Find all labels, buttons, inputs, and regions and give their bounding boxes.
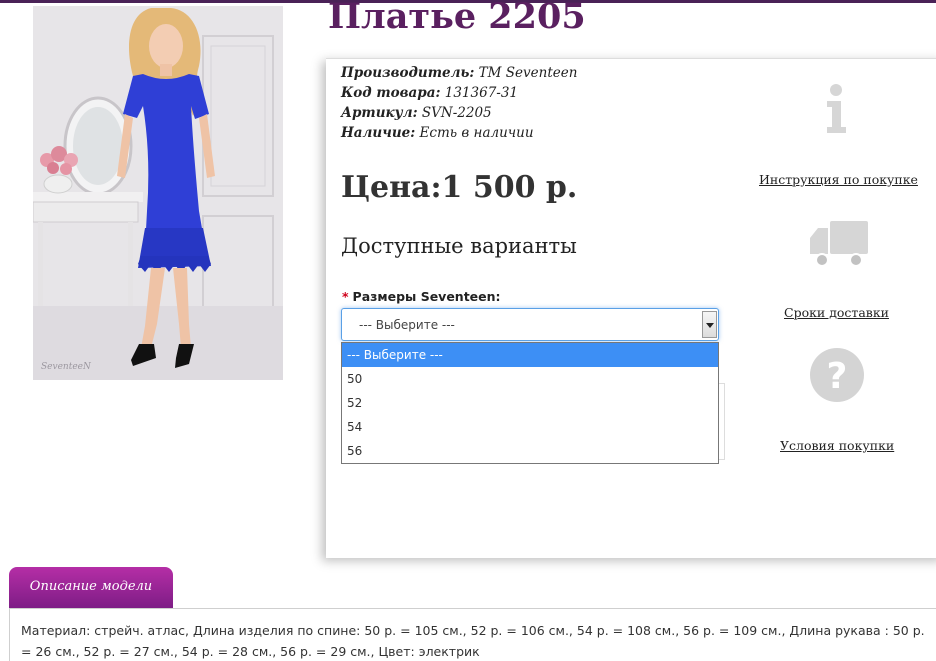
spec-manufacturer: Производитель: ТМ Seventeen	[341, 65, 577, 81]
product-title: Платье 2205	[328, 0, 586, 37]
instruction-link[interactable]: Инструкция по покупке	[759, 172, 918, 187]
spec-value: Есть в наличии	[419, 125, 534, 141]
size-option[interactable]: 54	[342, 415, 718, 439]
chevron-down-icon[interactable]	[702, 311, 717, 338]
conditions-link[interactable]: Условия покупки	[780, 438, 894, 453]
svg-text:?: ?	[827, 356, 848, 397]
tab-description[interactable]: Описание модели	[9, 567, 173, 608]
photo-watermark: SeventeeN	[41, 362, 92, 372]
product-description: Материал: стрейч. атлас, Длина изделия п…	[21, 623, 925, 659]
spec-article: Артикул: SVN-2205	[341, 105, 492, 121]
info-icon[interactable]	[820, 83, 852, 139]
product-photo[interactable]: SeventeeN	[33, 6, 283, 380]
spec-key: Производитель:	[341, 65, 475, 81]
spec-value: 131367-31	[444, 85, 519, 101]
size-option[interactable]: 52	[342, 391, 718, 415]
spec-value: SVN-2205	[421, 105, 492, 121]
tab-panel-border	[9, 608, 10, 661]
spec-key: Наличие:	[341, 125, 416, 141]
spec-key: Код товара:	[341, 85, 441, 101]
price: Цена:1 500 р.	[341, 170, 578, 205]
delivery-link[interactable]: Сроки доставки	[784, 305, 889, 320]
tab-divider	[9, 608, 936, 609]
spec-key: Артикул:	[341, 105, 418, 121]
size-select[interactable]: --- Выберите ---	[341, 308, 719, 341]
question-icon[interactable]: ?	[810, 347, 864, 407]
size-select-value: --- Выберите ---	[359, 318, 455, 332]
size-option[interactable]: 56	[342, 439, 718, 463]
size-dropdown-list[interactable]: --- Выберите --- 50 52 54 56	[341, 342, 719, 464]
spec-value: ТМ Seventeen	[478, 65, 578, 81]
size-option[interactable]: 50	[342, 367, 718, 391]
size-label: * Размеры Seventeen:	[342, 289, 501, 304]
background-panel-edge	[719, 383, 725, 460]
size-label-text: Размеры Seventeen:	[352, 289, 501, 304]
spec-product-code: Код товара: 131367-31	[341, 85, 518, 101]
variants-heading: Доступные варианты	[341, 234, 577, 258]
truck-icon[interactable]	[808, 218, 870, 272]
size-option[interactable]: --- Выберите ---	[342, 343, 718, 367]
spec-availability: Наличие: Есть в наличии	[341, 125, 534, 141]
required-marker: *	[342, 289, 349, 304]
